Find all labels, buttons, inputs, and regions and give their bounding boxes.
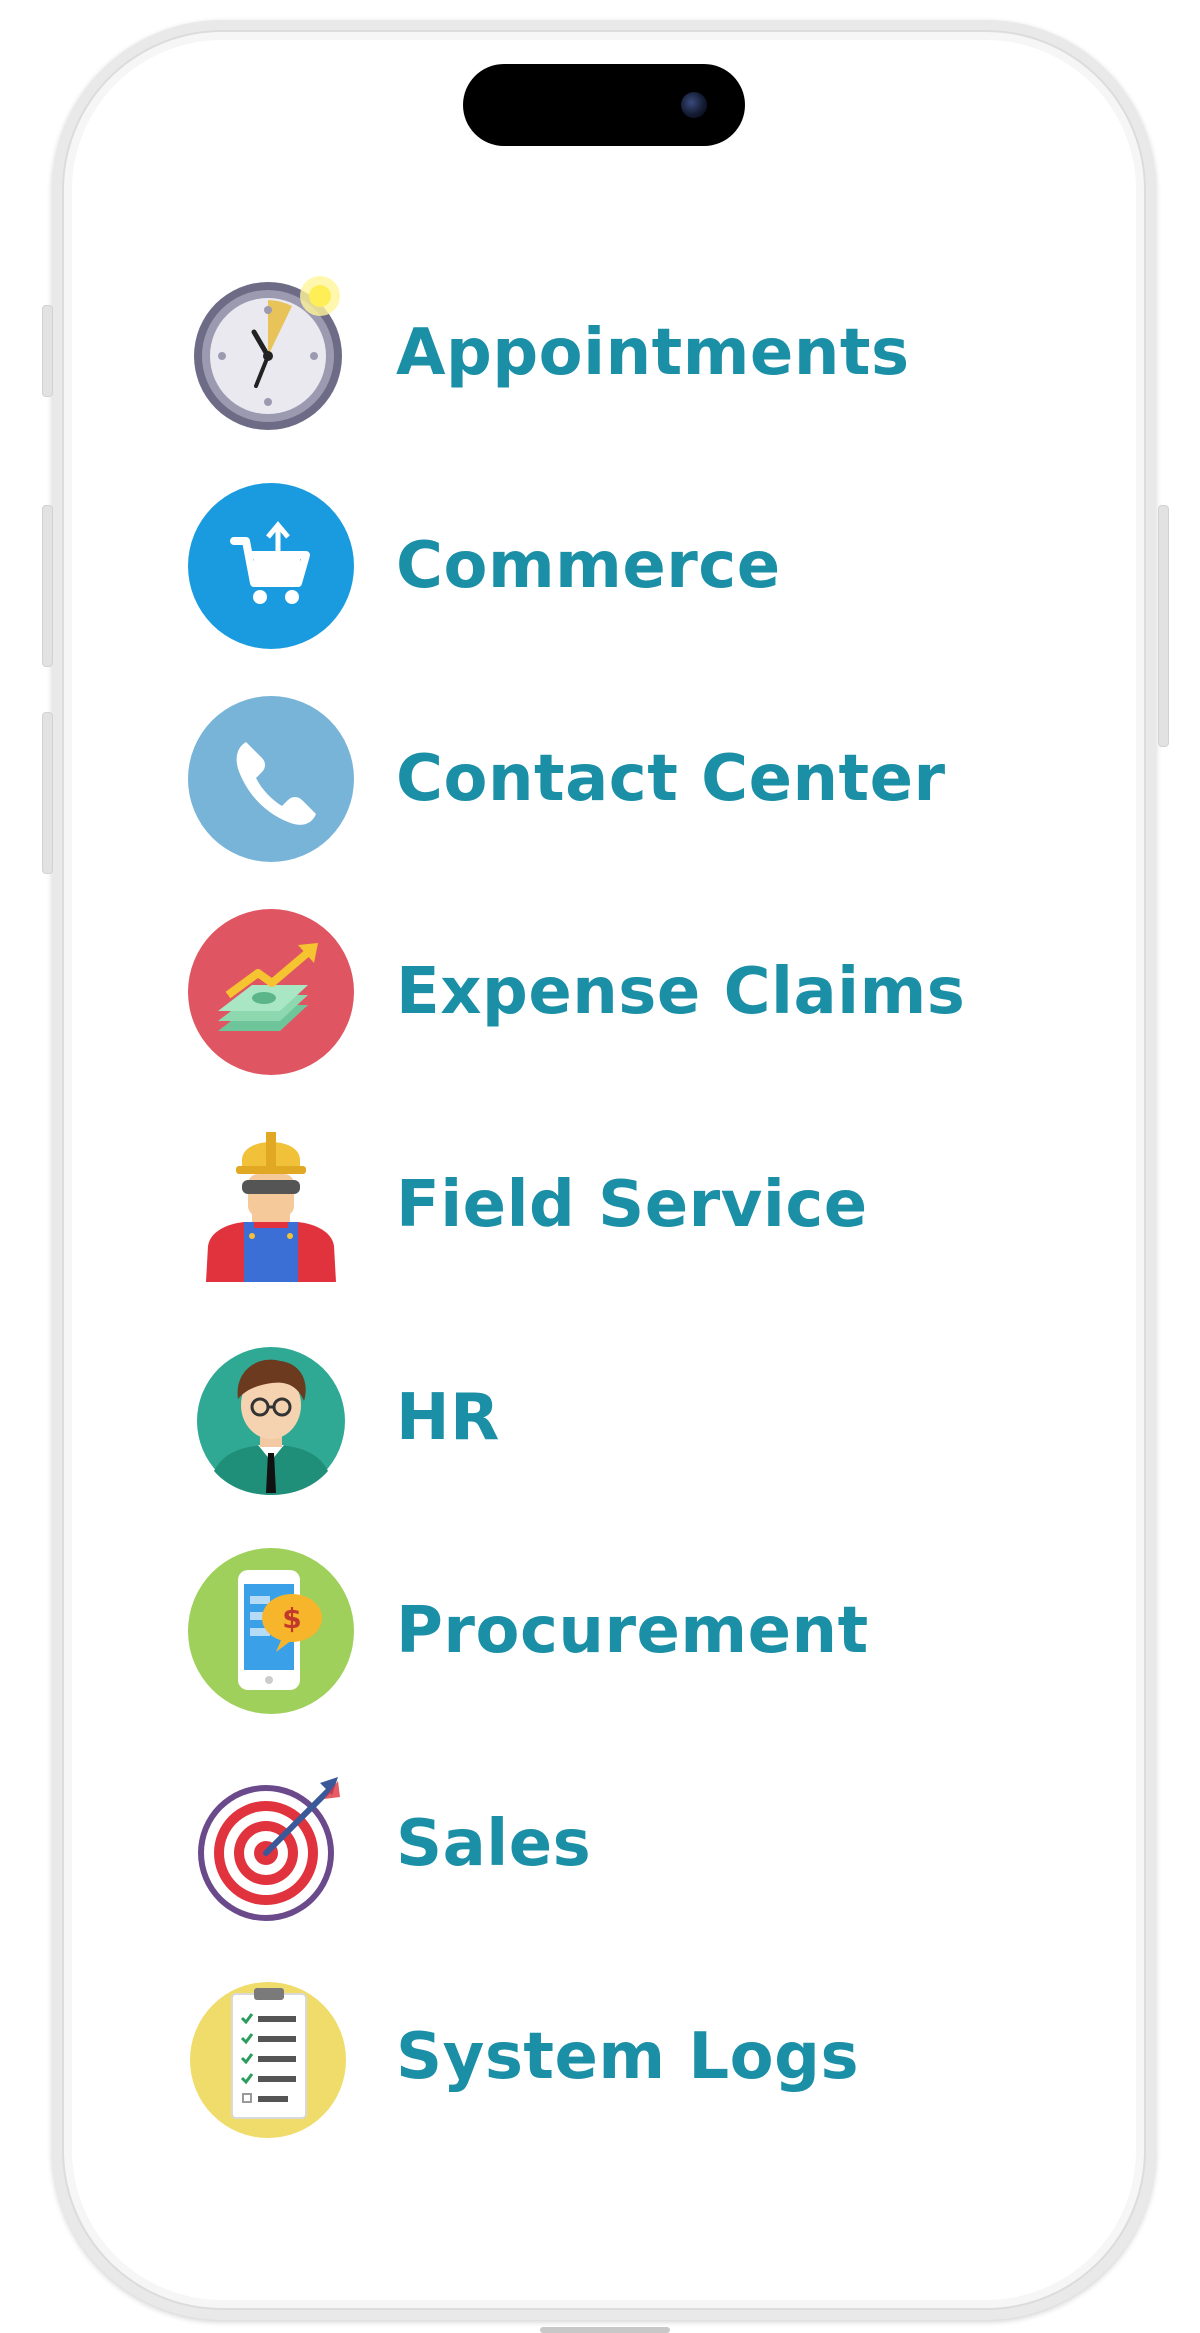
volume-down-button — [42, 712, 53, 874]
menu-item-system-logs[interactable]: System Logs — [188, 1974, 1048, 2140]
menu-item-field-service[interactable]: Field Service — [188, 1122, 1048, 1288]
menu-item-procurement[interactable]: $ Procurement — [188, 1548, 1048, 1714]
target-icon — [188, 1761, 354, 1927]
home-indicator — [540, 2327, 670, 2333]
menu-item-commerce[interactable]: Commerce — [188, 483, 1048, 649]
front-camera-icon — [681, 92, 707, 118]
menu-item-label: Appointments — [396, 316, 910, 390]
menu-item-label: Procurement — [396, 1594, 869, 1668]
menu-item-label: Field Service — [396, 1168, 868, 1242]
shopping-cart-icon — [188, 483, 354, 649]
person-avatar-icon — [188, 1335, 354, 1501]
menu-item-appointments[interactable]: Appointments — [188, 270, 1048, 436]
svg-text:$: $ — [282, 1602, 301, 1635]
device-screenshot: Appointments Commerce Contact Center Exp… — [0, 0, 1200, 2333]
menu-item-label: Contact Center — [396, 742, 946, 816]
dynamic-island — [463, 64, 745, 146]
menu-item-label: Sales — [396, 1807, 592, 1881]
worker-icon — [188, 1122, 354, 1288]
clock-icon — [188, 270, 354, 436]
money-growth-icon — [188, 909, 354, 1075]
checklist-icon — [188, 1974, 354, 2140]
mobile-payment-icon: $ — [188, 1548, 354, 1714]
menu-item-label: Expense Claims — [396, 955, 966, 1029]
volume-up-button — [42, 505, 53, 667]
menu-item-label: System Logs — [396, 2020, 860, 2094]
menu-item-expense-claims[interactable]: Expense Claims — [188, 909, 1048, 1075]
menu-item-label: Commerce — [396, 529, 781, 603]
menu-item-label: HR — [396, 1381, 500, 1455]
app-module-menu: Appointments Commerce Contact Center Exp… — [188, 270, 1048, 2187]
power-button — [1158, 505, 1169, 747]
menu-item-sales[interactable]: Sales — [188, 1761, 1048, 1927]
action-button — [42, 305, 53, 397]
menu-item-contact-center[interactable]: Contact Center — [188, 696, 1048, 862]
phone-icon — [188, 696, 354, 862]
menu-item-hr[interactable]: HR — [188, 1335, 1048, 1501]
